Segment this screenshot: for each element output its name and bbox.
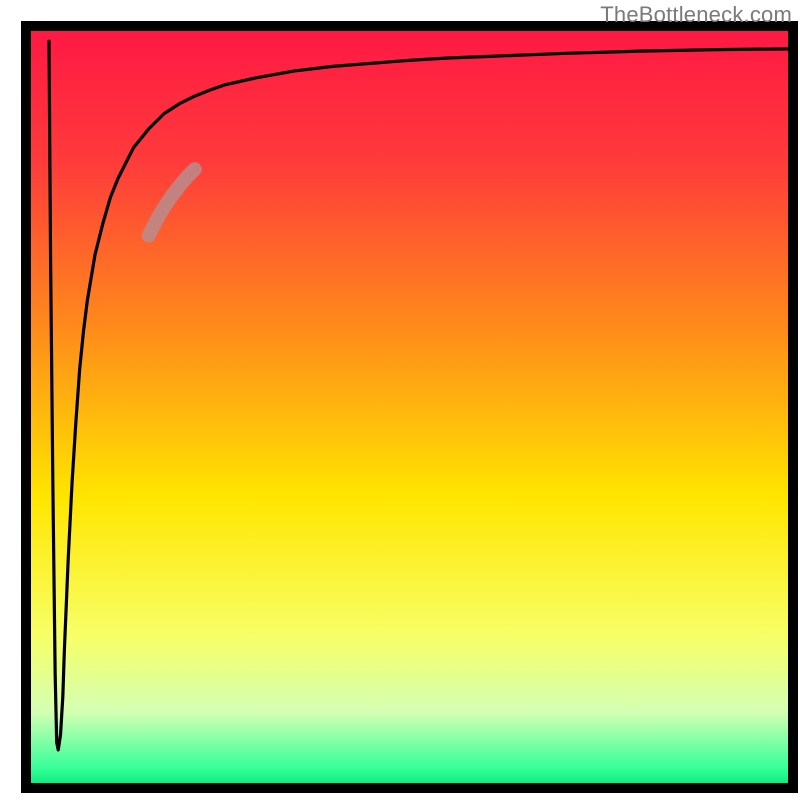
watermark-text: TheBottleneck.com <box>600 2 792 28</box>
chart-svg <box>0 0 800 800</box>
chart-container: TheBottleneck.com <box>0 0 800 800</box>
